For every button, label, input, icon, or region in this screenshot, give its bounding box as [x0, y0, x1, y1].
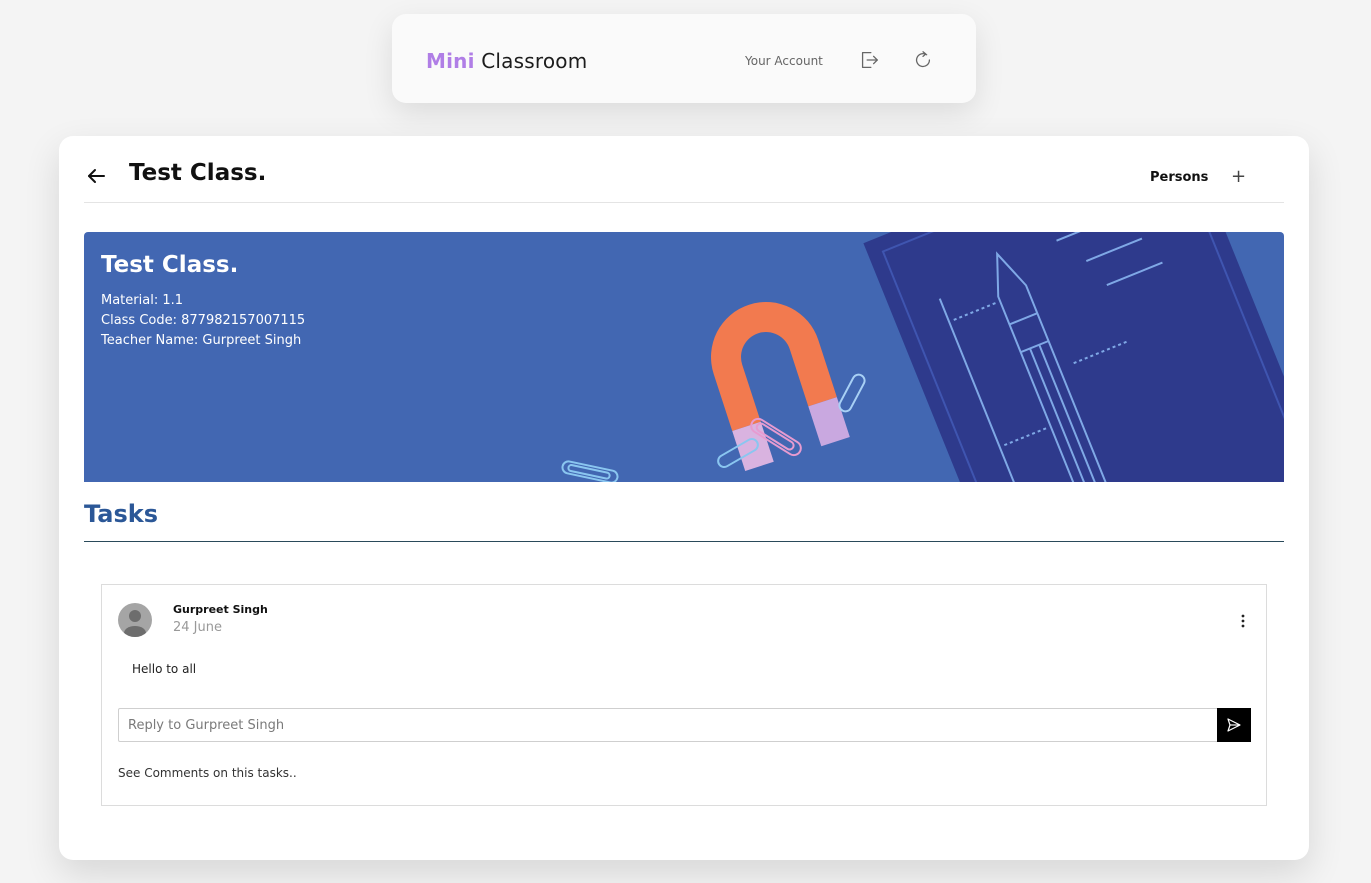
send-button[interactable]: [1217, 708, 1251, 742]
page-title: Test Class.: [129, 160, 267, 186]
banner-illustration: [561, 232, 1284, 482]
tasks-divider: [84, 541, 1284, 542]
tasks-heading: Tasks: [84, 500, 159, 528]
banner-title: Test Class.: [101, 252, 239, 278]
add-person-button[interactable]: +: [1231, 166, 1246, 187]
reply-input[interactable]: [118, 708, 1218, 742]
send-icon: [1227, 718, 1241, 732]
app-brand[interactable]: Mini Classroom: [426, 49, 587, 73]
logout-icon[interactable]: [858, 49, 880, 71]
blueprint-paper: [863, 232, 1284, 482]
header-divider: [84, 202, 1284, 203]
brand-classroom: Classroom: [481, 49, 588, 73]
see-comments-link[interactable]: See Comments on this tasks..: [118, 766, 297, 780]
back-arrow-icon[interactable]: [84, 164, 108, 188]
post-date: 24 June: [173, 620, 222, 635]
your-account-link[interactable]: Your Account: [745, 54, 823, 68]
post-message: Hello to all: [132, 662, 197, 676]
post-author: Gurpreet Singh: [173, 603, 268, 616]
material-text: Material: 1.1: [101, 293, 183, 308]
top-navbar: Mini Classroom Your Account: [392, 14, 976, 103]
refresh-icon[interactable]: [912, 49, 934, 71]
brand-mini: Mini: [426, 49, 475, 73]
teacher-name-text: Teacher Name: Gurpreet Singh: [101, 333, 302, 348]
persons-button[interactable]: Persons: [1150, 170, 1208, 185]
more-options-icon[interactable]: [1239, 613, 1247, 628]
class-banner: Test Class. Material: 1.1 Class Code: 87…: [84, 232, 1284, 482]
avatar: [118, 603, 152, 637]
class-code-text: Class Code: 877982157007115: [101, 313, 306, 328]
class-card: Test Class. Persons + Test Class. Materi…: [59, 136, 1309, 860]
task-post: Gurpreet Singh 24 June Hello to all See …: [101, 584, 1267, 806]
